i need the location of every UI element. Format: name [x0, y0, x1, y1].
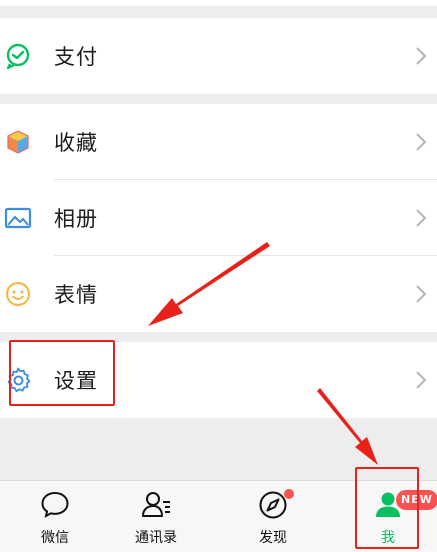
menu-item-label: 收藏 — [54, 131, 98, 155]
chevron-right-icon — [416, 285, 427, 303]
menu-item-label: 表情 — [54, 283, 98, 307]
menu-item-stickers[interactable]: 表情 — [0, 256, 437, 332]
menu-item-label: 支付 — [54, 45, 98, 69]
tab-label: 发现 — [259, 530, 287, 546]
chevron-right-icon — [416, 47, 427, 65]
pay-icon — [4, 42, 32, 70]
tab-label: 通讯录 — [135, 530, 177, 546]
tab-label: 微信 — [41, 530, 69, 546]
sticker-smile-icon — [4, 280, 32, 308]
notification-dot — [284, 489, 294, 499]
menu-item-label: 相册 — [54, 207, 98, 231]
tab-contacts[interactable]: 通讯录 — [101, 481, 211, 552]
chevron-right-icon — [416, 371, 427, 389]
album-icon — [4, 204, 32, 232]
chat-bubble-icon — [41, 491, 69, 518]
group-pay: 支付 — [0, 18, 437, 94]
menu-item-favorites[interactable]: 收藏 — [0, 104, 437, 180]
tab-chats[interactable]: 微信 — [0, 481, 110, 552]
favorites-cube-icon — [4, 128, 32, 156]
chevron-right-icon — [416, 133, 427, 151]
tab-discover[interactable]: 发现 — [218, 481, 328, 552]
group-media: 收藏 相册 表情 — [0, 104, 437, 332]
highlight-box-settings — [9, 340, 115, 406]
menu-item-pay[interactable]: 支付 — [0, 18, 437, 94]
highlight-box-me-tab — [355, 467, 419, 549]
chevron-right-icon — [416, 209, 427, 227]
contacts-icon — [142, 492, 170, 517]
menu-item-album[interactable]: 相册 — [0, 180, 437, 256]
